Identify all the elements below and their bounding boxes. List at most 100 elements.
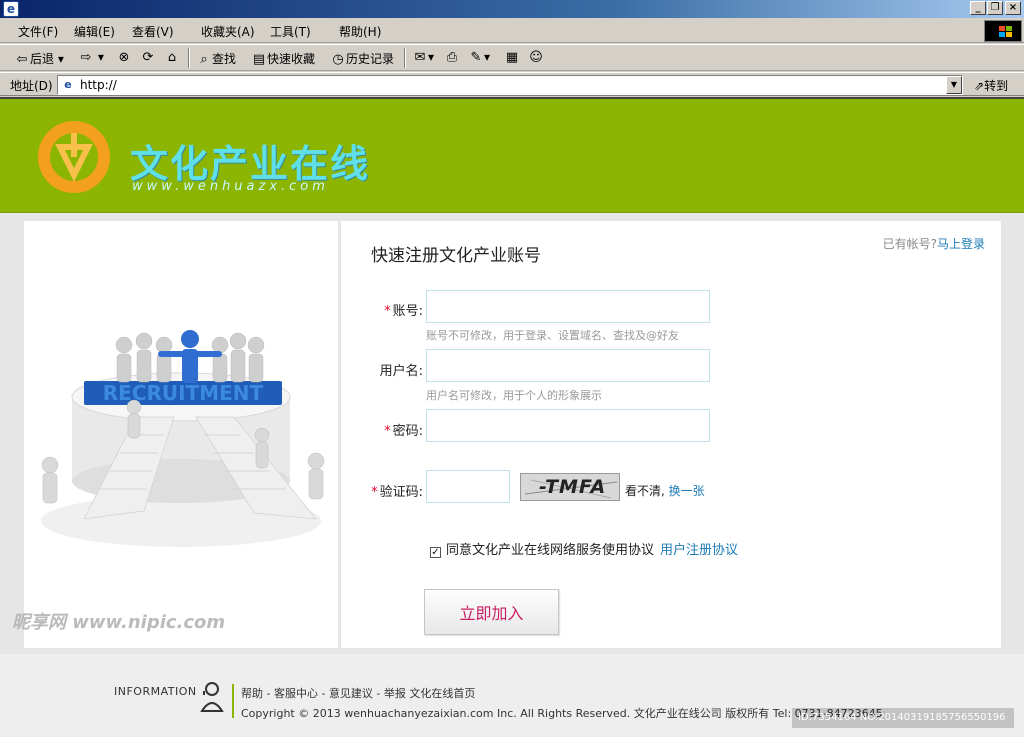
required-mark: * [384,424,391,439]
address-bar: 地址(D) e http:// ▼ ⇗转到 [0,72,1024,96]
agreement-link[interactable]: 用户注册协议 [660,543,738,558]
menu-bar: 文件(F) 编辑(E) 查看(V) 收藏夹(A) 工具(T) 帮助(H) [0,18,1024,43]
watermark-left: 昵享网 www.nipic.com [12,612,226,633]
agree-checkbox[interactable]: ✓ [430,547,441,558]
captcha-label-row: * 验证码: [343,481,423,500]
agree-text: 同意文化产业在线网络服务使用协议 [446,543,655,558]
menu-view[interactable]: 查看(V) [132,23,174,40]
favorites-icon: ▤ [252,52,266,67]
username-label: 用户名: [379,364,423,379]
standard-toolbar: ⇦ 后退 ▾ ⇨ ▾ ⊗ ⟳ ⌂ ⌕ 查找 ▤ 快速收藏 ◷ 历史记录 ✉ ▾ ⎙ ✎ ▾ … [0,44,1024,71]
history-icon: ◷ [332,52,344,67]
captcha-text: -TMFA [539,476,607,498]
required-mark: * [371,485,378,500]
footer-link-service[interactable]: 客服中心 [274,687,318,700]
join-now-button[interactable]: 立即加入 [424,589,559,635]
captcha-input[interactable] [426,470,510,503]
toolbar-separator [188,48,190,68]
footer-link-help[interactable]: 帮助 [241,687,263,700]
menu-file[interactable]: 文件(F) [18,23,58,40]
info-label: INFORMATION [114,685,197,698]
go-arrow-icon: ⇗ [974,79,985,93]
username-hint: 用户名可修改，用于个人的形象展示 [426,389,602,402]
form-title: 快速注册文化产业账号 [371,246,541,266]
print-icon: ⎙ [446,50,458,65]
minimize-button[interactable]: _ [970,1,986,15]
refresh-button[interactable]: ⟳ [140,50,156,65]
recruitment-banner-text: RECRUITMENT [103,381,264,405]
site-header: 文化产业在线 www.wenhuazx.com [0,99,1024,213]
menu-edit[interactable]: 编辑(E) [74,23,115,40]
page-viewport: 文化产业在线 www.wenhuazx.com RECRUITMENT 快速注册… [0,97,1024,737]
print-button[interactable]: ⎙ [444,50,460,65]
address-value: http:// [80,78,117,92]
captcha-label: 验证码: [379,485,423,500]
registration-panel: 快速注册文化产业账号 已有帐号?马上登录 * 账号: 账号不可修改，用于登录、设置… [341,221,1001,648]
mail-button[interactable]: ✉ ▾ [412,50,434,65]
captcha-image[interactable]: -TMFA [520,473,620,501]
go-button[interactable]: ⇗转到 [974,77,1008,94]
login-hint: 已有帐号?马上登录 [883,235,985,252]
site-logo-icon [38,121,110,193]
forward-button[interactable]: ⇨ ▾ [78,50,104,65]
restore-button[interactable]: ❐ [987,1,1003,15]
password-input[interactable] [426,409,710,442]
recruitment-illustration: RECRUITMENT [41,330,325,547]
messenger-icon: ☺ [529,50,543,65]
agreement-row: ✓ 同意文化产业在线网络服务使用协议 用户注册协议 [430,539,738,558]
discuss-button[interactable]: ▦ [504,50,520,65]
toolbar-separator [404,48,406,68]
discuss-icon: ▦ [505,50,519,65]
captcha-refresh-link[interactable]: 换一张 [669,484,705,498]
forward-arrow-icon: ⇨ [80,50,92,65]
captcha-note: 看不清, 换一张 [625,482,705,499]
captcha-unclear-text: 看不清, [625,484,665,498]
back-arrow-icon: ⇦ [16,52,28,67]
password-label-row: * 密码: [343,420,423,439]
home-icon: ⌂ [167,50,177,65]
edit-icon: ✎ [470,50,482,65]
footer-links: 帮助 - 客服中心 - 意见建议 - 举报 文化在线首页 [241,687,476,700]
mail-icon: ✉ [414,50,426,65]
menu-favorites[interactable]: 收藏夹(A) [201,23,255,40]
watermark-right: ID:7354164 NO:20140319185756550196 [792,708,1014,728]
account-hint: 账号不可修改，用于登录、设置域名、查找及@好友 [426,329,679,342]
window-titlebar: e _ ❐ × [0,0,1024,18]
login-link[interactable]: 马上登录 [937,237,985,251]
illustration-panel: RECRUITMENT [24,221,338,648]
close-button[interactable]: × [1005,1,1021,15]
account-input[interactable] [426,290,710,323]
history-button[interactable]: ◷ 历史记录 [330,50,394,67]
address-label: 地址(D) [10,79,53,93]
edit-button[interactable]: ✎ ▾ [468,50,490,65]
footer-divider [232,684,234,718]
stop-button[interactable]: ⊗ [116,50,132,65]
page-icon: e [64,78,72,91]
stop-icon: ⊗ [118,50,130,65]
search-icon: ⌕ [200,52,208,67]
username-input[interactable] [426,349,710,382]
password-label: 密码: [392,424,423,439]
copyright: Copyright © 2013 wenhuachanyezaixian.com… [241,707,883,720]
address-input[interactable]: e http:// ▼ [57,75,963,95]
required-mark: * [384,304,391,319]
menu-help[interactable]: 帮助(H) [339,23,381,40]
customer-service-icon [200,682,224,712]
refresh-icon: ⟳ [142,50,154,65]
footer-link-feedback[interactable]: 意见建议 [329,687,373,700]
favorites-button[interactable]: ▤ 快速收藏 [251,50,315,67]
search-button[interactable]: ⌕ 查找 [196,50,236,67]
account-label-row: * 账号: [343,300,423,319]
footer-link-home[interactable]: 文化在线首页 [409,687,475,700]
menu-tools[interactable]: 工具(T) [270,23,311,40]
messenger-button[interactable]: ☺ [528,50,544,65]
home-button[interactable]: ⌂ [164,50,180,65]
account-label: 账号: [392,304,423,319]
footer-link-report[interactable]: 举报 [384,687,406,700]
address-dropdown-button[interactable]: ▼ [946,76,962,94]
ie-icon: e [3,1,19,17]
site-logo-url: www.wenhuazx.com [132,179,329,194]
windows-logo [984,20,1022,42]
login-prompt: 已有帐号? [882,237,937,251]
back-button[interactable]: ⇦ 后退 ▾ [14,50,64,67]
